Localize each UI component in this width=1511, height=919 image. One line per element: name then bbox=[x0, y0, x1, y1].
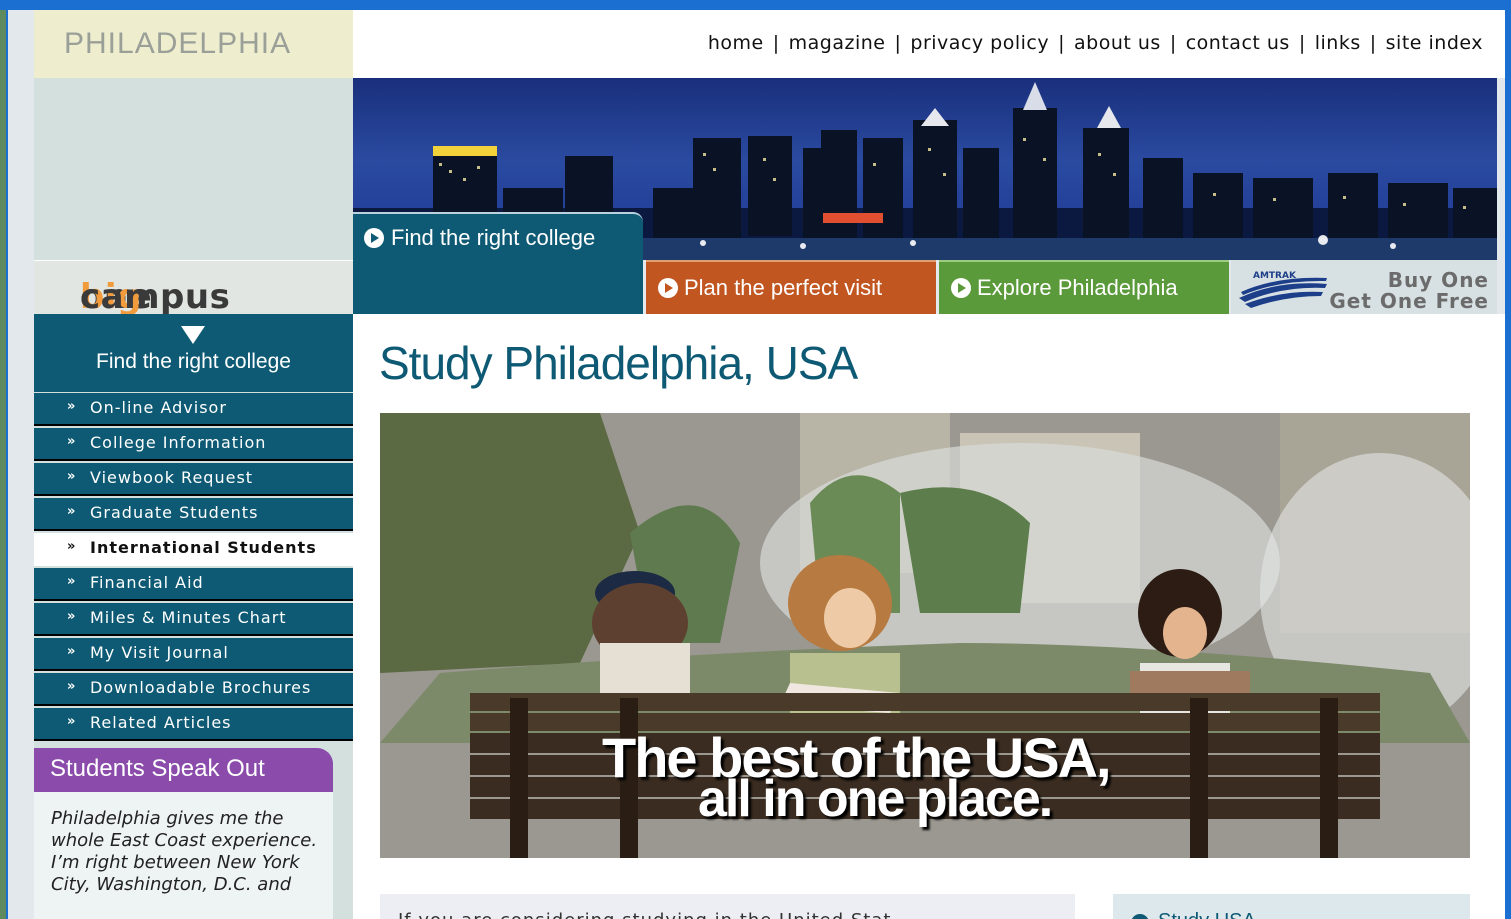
play-circle-icon bbox=[658, 278, 678, 298]
tab-plan-perfect-visit[interactable]: Plan the perfect visit bbox=[646, 260, 936, 314]
double-chevron-icon: » bbox=[67, 679, 76, 694]
nav-home-link[interactable]: home bbox=[708, 32, 764, 54]
brand-title: PHILADELPHIA bbox=[64, 27, 292, 60]
double-chevron-icon: » bbox=[67, 469, 76, 484]
sidebar-item-international-students[interactable]: » International Students bbox=[34, 533, 353, 566]
page-frame: home | magazine | privacy policy | about us | co… bbox=[8, 10, 1505, 919]
nav-links-link[interactable]: links bbox=[1315, 32, 1361, 54]
get-one-free-text: Get One Free bbox=[1329, 289, 1489, 313]
double-chevron-icon: » bbox=[67, 504, 76, 519]
find-college-header[interactable]: Find the right college bbox=[34, 314, 353, 392]
down-arrow-icon bbox=[181, 326, 205, 344]
tab-find-right-college[interactable]: Find the right college bbox=[353, 212, 643, 314]
sidebar: one big campus Find the right college » On-… bbox=[34, 78, 353, 919]
find-college-label: Find the right college bbox=[96, 350, 291, 373]
sidebar-item-online-advisor[interactable]: » On-line Advisor bbox=[34, 393, 353, 426]
double-chevron-icon: » bbox=[67, 714, 76, 729]
sidebar-item-financial-aid[interactable]: » Financial Aid bbox=[34, 568, 353, 601]
double-chevron-icon: » bbox=[67, 399, 76, 414]
nav-contact-link[interactable]: contact us bbox=[1186, 32, 1290, 54]
tab-explore-philadelphia[interactable]: Explore Philadelphia bbox=[939, 260, 1229, 314]
students-speak-out-title: Students Speak Out bbox=[50, 755, 265, 782]
sidebar-item-miles-minutes-chart[interactable]: » Miles & Minutes Chart bbox=[34, 603, 353, 636]
double-chevron-icon: » bbox=[67, 434, 76, 449]
hero-photo: The best of the USA, all in one place. bbox=[380, 413, 1470, 858]
double-chevron-icon: » bbox=[67, 574, 76, 589]
students-speak-out-header[interactable]: Students Speak Out bbox=[34, 748, 333, 792]
window-left-edge bbox=[0, 10, 8, 919]
study-usa-link[interactable]: Study USA bbox=[1158, 910, 1256, 919]
amtrak-promo-banner[interactable]: AMTRAK Buy One Get One Free bbox=[1231, 260, 1497, 314]
intro-text: If you are considering studying in the U… bbox=[398, 910, 891, 919]
sidebar-item-college-information[interactable]: » College Information bbox=[34, 428, 353, 461]
nav-about-link[interactable]: about us bbox=[1074, 32, 1161, 54]
students-speak-out-quote: Philadelphia gives me the whole East Coa… bbox=[34, 792, 333, 919]
play-circle-icon bbox=[951, 278, 971, 298]
photo-caption-line2: all in one place. bbox=[698, 770, 1053, 828]
study-usa-box[interactable]: Study USA bbox=[1113, 894, 1470, 919]
play-circle-icon bbox=[1131, 914, 1149, 919]
onebigcampus-logo[interactable]: one big campus bbox=[34, 260, 353, 317]
amtrak-logo-icon: AMTRAK bbox=[1239, 271, 1327, 308]
sidebar-item-viewbook-request[interactable]: » Viewbook Request bbox=[34, 463, 353, 496]
sidebar-nav: » On-line Advisor » College Information » V… bbox=[34, 393, 353, 743]
nav-site-index-link[interactable]: site index bbox=[1386, 32, 1483, 54]
main-content: Study Philadelphia, USA The best of the … bbox=[353, 314, 1505, 919]
double-chevron-icon: » bbox=[67, 539, 76, 554]
double-chevron-icon: » bbox=[67, 644, 76, 659]
play-circle-icon bbox=[364, 228, 384, 248]
sidebar-item-related-articles[interactable]: » Related Articles bbox=[34, 708, 353, 741]
page-title: Study Philadelphia, USA bbox=[379, 337, 858, 389]
sidebar-item-downloadable-brochures[interactable]: » Downloadable Brochures bbox=[34, 673, 353, 706]
double-chevron-icon: » bbox=[67, 609, 76, 624]
sidebar-item-my-visit-journal[interactable]: » My Visit Journal bbox=[34, 638, 353, 671]
nav-magazine-link[interactable]: magazine bbox=[789, 32, 886, 54]
top-nav: home | magazine | privacy policy | about us | co… bbox=[707, 32, 1483, 54]
sidebar-item-graduate-students[interactable]: » Graduate Students bbox=[34, 498, 353, 531]
nav-privacy-link[interactable]: privacy policy bbox=[910, 32, 1049, 54]
brand-box[interactable]: PHILADELPHIA bbox=[34, 10, 353, 78]
intro-text-box: If you are considering studying in the U… bbox=[380, 894, 1075, 919]
quote-text: Philadelphia gives me the whole East Coa… bbox=[51, 808, 318, 895]
